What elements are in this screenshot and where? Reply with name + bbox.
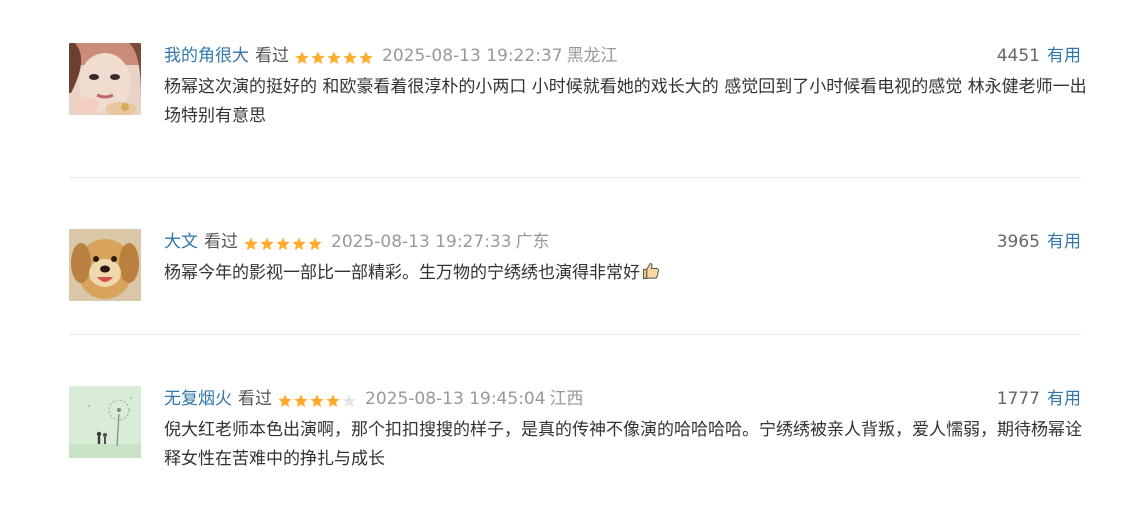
star-icon <box>276 237 290 250</box>
watched-label: 看过 <box>255 46 289 66</box>
star-icon <box>308 237 322 250</box>
star-icon <box>260 237 274 250</box>
star-icon <box>292 237 306 250</box>
avatar[interactable] <box>69 386 141 458</box>
divider <box>69 334 1081 335</box>
comment-meta: 无复烟火 看过 2025-08-13 19:45:04 江西 1777 有用 <box>164 386 1081 412</box>
divider <box>69 177 1081 178</box>
thumbs-up-icon <box>641 261 661 291</box>
avatar[interactable] <box>69 229 141 301</box>
woman-portrait-icon <box>69 43 141 115</box>
vote-area: 3965 有用 <box>997 229 1081 255</box>
comment-text: 倪大红老师本色出演啊，那个扣扣搜搜的样子，是真的传神不像演的哈哈哈哈。宁绣绣被亲… <box>164 420 1082 469</box>
comment-region: 广东 <box>515 232 550 252</box>
star-icon <box>278 394 292 407</box>
star-icon <box>310 394 324 407</box>
vote-count: 3965 <box>996 232 1040 252</box>
watched-label: 看过 <box>204 232 238 252</box>
username-link[interactable]: 大文 <box>164 232 198 252</box>
useful-button[interactable]: 有用 <box>1047 389 1081 409</box>
comment-region: 黑龙江 <box>566 46 618 66</box>
vote-count: 4451 <box>996 46 1040 66</box>
star-icon <box>359 51 373 64</box>
dandelion-couple-icon <box>69 386 141 458</box>
star-icon <box>244 237 258 250</box>
rating-stars <box>243 231 323 257</box>
vote-count: 1777 <box>996 389 1040 409</box>
star-icon <box>326 394 340 407</box>
vote-area: 4451 有用 <box>997 43 1081 69</box>
comment-time: 2025-08-13 19:22:37 <box>382 46 563 66</box>
comment-meta: 我的角很大 看过 2025-08-13 19:22:37 黑龙江 4451 有用 <box>164 43 1081 69</box>
rating-stars <box>294 45 374 71</box>
rating-stars <box>277 388 357 414</box>
avatar[interactable] <box>69 43 141 115</box>
star-icon <box>343 51 357 64</box>
comment-time: 2025-08-13 19:45:04 <box>365 389 546 409</box>
vote-area: 1777 有用 <box>997 386 1081 412</box>
star-icon <box>327 51 341 64</box>
watched-label: 看过 <box>238 389 272 409</box>
comment-meta: 大文 看过 2025-08-13 19:27:33 广东 3965 有用 <box>164 229 1081 255</box>
star-icon <box>311 51 325 64</box>
username-link[interactable]: 我的角很大 <box>164 46 249 66</box>
comment-text-wrap: 杨幂今年的影视一部比一部精彩。生万物的宁绣绣也演得非常好 <box>164 259 1094 291</box>
comment-region: 江西 <box>549 389 584 409</box>
username-link[interactable]: 无复烟火 <box>164 389 232 409</box>
comment-text: 杨幂这次演的挺好的 和欧豪看着很淳朴的小两口 小时候就看她的戏长大的 感觉回到了… <box>164 77 1087 126</box>
useful-button[interactable]: 有用 <box>1047 46 1081 66</box>
empty-star-icon <box>342 394 356 407</box>
comment-text: 杨幂今年的影视一部比一部精彩。生万物的宁绣绣也演得非常好 <box>164 263 640 283</box>
useful-button[interactable]: 有用 <box>1047 232 1081 252</box>
golden-retriever-icon <box>69 229 141 301</box>
comment-time: 2025-08-13 19:27:33 <box>331 232 512 252</box>
star-icon <box>294 394 308 407</box>
star-icon <box>295 51 309 64</box>
